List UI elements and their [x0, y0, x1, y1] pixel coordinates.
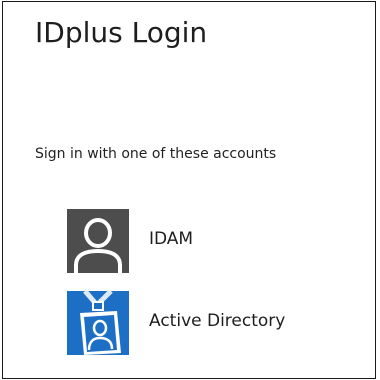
account-label-active-directory: Active Directory [149, 311, 286, 331]
account-label-idam: IDAM [149, 229, 194, 249]
page-title: IDplus Login [35, 16, 208, 49]
user-silhouette-icon [67, 209, 129, 273]
login-dialog: IDplus Login Sign in with one of these a… [2, 1, 376, 379]
id-badge-icon [67, 291, 129, 355]
account-option-active-directory[interactable]: Active Directory [67, 291, 357, 355]
account-option-idam[interactable]: IDAM [67, 209, 357, 273]
sign-in-prompt: Sign in with one of these accounts [35, 146, 277, 162]
